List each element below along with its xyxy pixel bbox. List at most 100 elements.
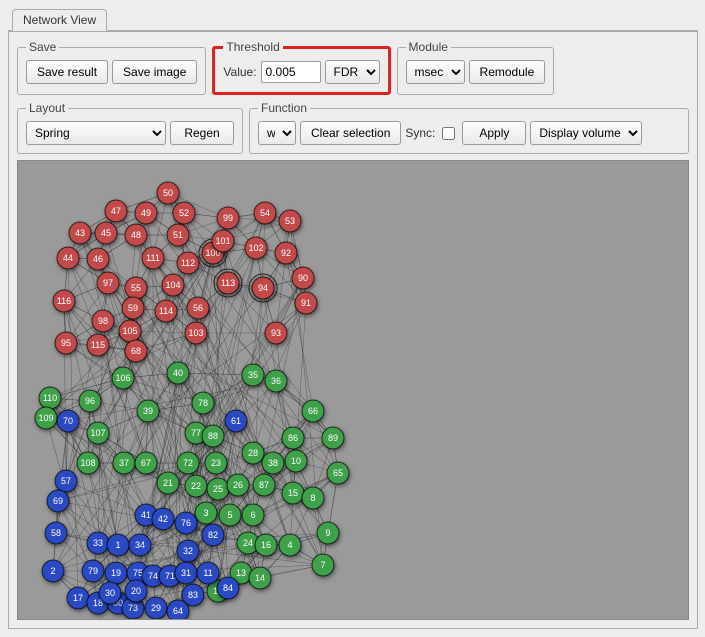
network-node[interactable]: 37 — [113, 452, 135, 474]
network-node[interactable]: 92 — [275, 242, 297, 264]
tab-network-view[interactable]: Network View — [12, 9, 107, 31]
remodule-button[interactable]: Remodule — [469, 60, 546, 84]
network-node[interactable]: 70 — [57, 410, 79, 432]
network-node[interactable]: 19 — [105, 562, 127, 584]
network-node[interactable]: 48 — [125, 224, 147, 246]
network-node[interactable]: 2 — [42, 560, 64, 582]
network-node[interactable]: 34 — [129, 534, 151, 556]
network-node[interactable]: 46 — [87, 248, 109, 270]
display-select[interactable]: Display volume — [530, 121, 642, 145]
network-node[interactable]: 93 — [265, 322, 287, 344]
network-node[interactable]: 49 — [135, 202, 157, 224]
network-node[interactable]: 47 — [105, 200, 127, 222]
network-node[interactable]: 1 — [107, 534, 129, 556]
network-node[interactable]: 101 — [212, 230, 234, 252]
network-node[interactable]: 87 — [253, 474, 275, 496]
network-node[interactable]: 26 — [227, 474, 249, 496]
apply-button[interactable]: Apply — [462, 121, 526, 145]
network-node[interactable]: 76 — [175, 512, 197, 534]
network-node[interactable]: 39 — [137, 400, 159, 422]
network-node[interactable]: 96 — [79, 390, 101, 412]
network-node[interactable]: 98 — [92, 310, 114, 332]
network-node[interactable]: 86 — [282, 427, 304, 449]
network-node[interactable]: 44 — [57, 247, 79, 269]
network-node[interactable]: 109 — [35, 407, 57, 429]
network-node[interactable]: 106 — [112, 367, 134, 389]
threshold-value-input[interactable] — [261, 61, 321, 83]
network-node[interactable]: 52 — [173, 202, 195, 224]
network-node[interactable]: 108 — [77, 452, 99, 474]
network-node[interactable]: 111 — [142, 247, 164, 269]
network-node[interactable]: 72 — [177, 452, 199, 474]
network-node[interactable]: 69 — [47, 490, 69, 512]
network-node[interactable]: 89 — [322, 427, 344, 449]
network-canvas[interactable]: 5047495299545343454851444611111210010110… — [17, 160, 689, 620]
network-node[interactable]: 45 — [95, 222, 117, 244]
save-image-button[interactable]: Save image — [112, 60, 197, 84]
network-node[interactable]: 78 — [192, 392, 214, 414]
network-node[interactable]: 4 — [279, 534, 301, 556]
network-node[interactable]: 90 — [292, 267, 314, 289]
network-node[interactable]: 58 — [45, 522, 67, 544]
network-node[interactable]: 114 — [155, 300, 177, 322]
network-node[interactable]: 43 — [69, 222, 91, 244]
network-node[interactable]: 25 — [207, 478, 229, 500]
network-node[interactable]: 14 — [249, 567, 271, 589]
network-node[interactable]: 32 — [177, 540, 199, 562]
clear-selection-button[interactable]: Clear selection — [300, 121, 401, 145]
network-node[interactable]: 9 — [317, 522, 339, 544]
layout-select[interactable]: Spring — [26, 121, 166, 145]
network-node[interactable]: 54 — [254, 202, 276, 224]
network-node[interactable]: 104 — [162, 274, 184, 296]
network-node[interactable]: 35 — [242, 364, 264, 386]
network-node[interactable]: 3 — [195, 502, 217, 524]
network-node[interactable]: 28 — [242, 442, 264, 464]
network-node[interactable]: 105 — [119, 320, 141, 342]
save-result-button[interactable]: Save result — [26, 60, 108, 84]
network-node[interactable]: 113 — [214, 269, 242, 297]
network-node[interactable]: 97 — [97, 272, 119, 294]
network-node[interactable]: 79 — [82, 560, 104, 582]
network-node[interactable]: 31 — [175, 562, 197, 584]
network-node[interactable]: 115 — [87, 334, 109, 356]
network-node[interactable]: 67 — [135, 452, 157, 474]
network-node[interactable]: 10 — [285, 450, 307, 472]
network-node[interactable]: 55 — [125, 277, 147, 299]
network-node[interactable]: 82 — [202, 524, 224, 546]
network-node[interactable]: 91 — [295, 292, 317, 314]
network-node[interactable]: 103 — [185, 322, 207, 344]
network-node[interactable]: 17 — [67, 587, 89, 609]
network-node[interactable]: 68 — [125, 340, 147, 362]
network-node[interactable]: 29 — [145, 597, 167, 619]
network-node[interactable]: 84 — [217, 577, 239, 599]
network-node[interactable]: 50 — [157, 182, 179, 204]
network-node[interactable]: 5 — [219, 504, 241, 526]
network-node[interactable]: 99 — [217, 207, 239, 229]
network-node[interactable]: 51 — [167, 224, 189, 246]
network-node[interactable]: 22 — [185, 475, 207, 497]
network-node[interactable]: 57 — [55, 470, 77, 492]
network-node[interactable]: 94 — [249, 274, 277, 302]
network-node[interactable]: 59 — [122, 297, 144, 319]
network-node[interactable]: 53 — [279, 210, 301, 232]
network-node[interactable]: 40 — [167, 362, 189, 384]
network-node[interactable]: 23 — [205, 452, 227, 474]
network-node[interactable]: 61 — [225, 410, 247, 432]
regen-button[interactable]: Regen — [170, 121, 234, 145]
network-node[interactable]: 56 — [187, 297, 209, 319]
network-node[interactable]: 112 — [177, 252, 199, 274]
network-node[interactable]: 38 — [262, 452, 284, 474]
network-node[interactable]: 30 — [99, 582, 121, 604]
network-node[interactable]: 36 — [265, 370, 287, 392]
network-node[interactable]: 102 — [245, 237, 267, 259]
network-node[interactable]: 95 — [55, 332, 77, 354]
network-node[interactable]: 16 — [255, 534, 277, 556]
threshold-fdr-select[interactable]: FDR — [325, 60, 380, 84]
network-node[interactable]: 65 — [327, 462, 349, 484]
network-node[interactable]: 107 — [87, 422, 109, 444]
network-node[interactable]: 116 — [53, 290, 75, 312]
network-node[interactable]: 15 — [282, 482, 304, 504]
function-w-select[interactable]: w — [258, 121, 296, 145]
network-node[interactable]: 110 — [39, 387, 61, 409]
network-node[interactable]: 88 — [202, 425, 224, 447]
